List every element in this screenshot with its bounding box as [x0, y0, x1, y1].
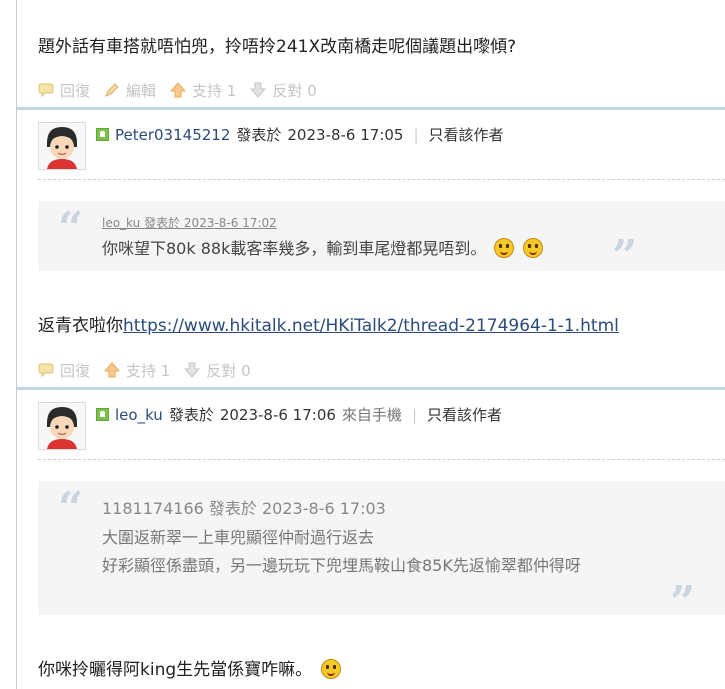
- reply-button[interactable]: 回復: [38, 80, 90, 101]
- posted-time: 2023-8-6 17:06: [219, 405, 336, 424]
- emoji-icon: [320, 659, 341, 679]
- quote-posted-prefix: 發表於: [144, 216, 181, 230]
- edit-icon: [105, 83, 119, 97]
- post-separator: [17, 387, 725, 390]
- quote-close-icon: ”: [612, 231, 638, 282]
- quote-open-icon: “: [58, 203, 84, 254]
- quote-author[interactable]: leo_ku: [102, 216, 140, 230]
- quote-text-row: 你咪望下80k 88k載客率幾多，輸到車尾燈都晃唔到。: [102, 235, 543, 259]
- quote-close-icon: ”: [670, 577, 696, 628]
- quote-posted-prefix: 發表於: [208, 499, 257, 518]
- quote-text: 你咪望下80k 88k載客率幾多，輸到車尾燈都晃唔到。: [102, 239, 487, 258]
- online-icon: [96, 128, 109, 141]
- left-border: [16, 0, 17, 689]
- source-label: 來自手機: [341, 406, 402, 424]
- quote-header: 1181174166 發表於 2023-8-6 17:03: [102, 495, 386, 519]
- post-2-quote: “ leo_ku 發表於 2023-8-6 17:02 你咪望下80k 88k載…: [38, 201, 725, 279]
- oppose-label: 反對 0: [206, 361, 251, 380]
- post-3-body: 你咪拎曬得阿king生先當係寶咋嘛。: [38, 655, 341, 680]
- reply-label: 回復: [60, 81, 91, 100]
- edit-label: 編輯: [126, 81, 157, 100]
- support-icon: [170, 82, 187, 98]
- quote-posted-time: 2023-8-6 17:03: [262, 499, 386, 518]
- post-2-body: 返青衣啦你https://www.hkitalk.net/HKiTalk2/th…: [38, 311, 619, 336]
- post-2-author-row: Peter03145212 發表於 2023-8-6 17:05 | 只看該作者: [38, 122, 725, 170]
- post-1-actions: 回復 編輯 支持 1 反對 0: [38, 80, 331, 100]
- posted-prefix: 發表於: [236, 126, 282, 144]
- avatar[interactable]: [38, 122, 86, 170]
- divider: |: [411, 405, 417, 424]
- post-2-meta: Peter03145212 發表於 2023-8-6 17:05 | 只看該作者: [96, 124, 504, 145]
- author-link[interactable]: leo_ku: [115, 406, 163, 424]
- reply-icon: [38, 83, 54, 97]
- support-button[interactable]: 支持 1: [104, 360, 170, 381]
- post-2-actions: 回復 支持 1 反對 0: [38, 360, 265, 380]
- reply-button[interactable]: 回復: [38, 360, 90, 381]
- dotted-divider: [38, 179, 725, 180]
- post-3-author-row: leo_ku 發表於 2023-8-6 17:06 來自手機 | 只看該作者: [38, 402, 725, 450]
- oppose-icon: [184, 362, 201, 378]
- post-1-body: 題外話有車搭就唔怕兜，拎唔拎241X改南橋走呢個議題出嚟傾?: [38, 37, 517, 57]
- quote-open-icon: “: [58, 483, 84, 534]
- thread-link[interactable]: https://www.hkitalk.net/HKiTalk2/thread-…: [123, 316, 619, 336]
- quote-author[interactable]: 1181174166: [102, 499, 204, 518]
- post-3-meta: leo_ku 發表於 2023-8-6 17:06 來自手機 | 只看該作者: [96, 404, 502, 425]
- only-author-link[interactable]: 只看該作者: [427, 404, 502, 425]
- quote-posted-time: 2023-8-6 17:02: [183, 216, 277, 230]
- dotted-divider: [38, 459, 725, 460]
- support-icon: [104, 362, 121, 378]
- posted-prefix: 發表於: [168, 406, 214, 424]
- quote-line-2: 好彩顯徑係盡頭，另一邊玩玩下兜埋馬鞍山食85K先返愉翠都仲得呀: [102, 556, 581, 575]
- edit-button[interactable]: 編輯: [104, 80, 156, 101]
- avatar[interactable]: [38, 402, 86, 450]
- emoji-icon: [494, 238, 515, 258]
- support-label: 支持 1: [126, 361, 171, 380]
- reply-icon: [38, 363, 54, 377]
- oppose-button[interactable]: 反對 0: [250, 80, 317, 101]
- author-link[interactable]: Peter03145212: [115, 126, 230, 144]
- reply-label: 回復: [60, 361, 91, 380]
- quote-header: leo_ku 發表於 2023-8-6 17:02: [102, 214, 277, 231]
- posted-time: 2023-8-6 17:05: [287, 125, 404, 144]
- post-2-text: 返青衣啦你: [38, 316, 123, 336]
- support-button[interactable]: 支持 1: [170, 80, 236, 101]
- post-separator: [17, 107, 725, 110]
- support-label: 支持 1: [192, 81, 237, 100]
- oppose-label: 反對 0: [272, 81, 317, 100]
- oppose-icon: [250, 82, 267, 98]
- emoji-icon: [522, 238, 543, 258]
- divider: |: [413, 125, 419, 144]
- post-3-text: 你咪拎曬得阿king生先當係寶咋嘛。: [38, 660, 313, 680]
- oppose-button[interactable]: 反對 0: [184, 360, 251, 381]
- only-author-link[interactable]: 只看該作者: [429, 124, 504, 145]
- post-3-quote: “ 1181174166 發表於 2023-8-6 17:03 大圍返新翠一上車…: [38, 481, 725, 625]
- quote-line-1: 大圍返新翠一上車兜顯徑仲耐過行返去: [102, 528, 375, 547]
- online-icon: [96, 408, 109, 421]
